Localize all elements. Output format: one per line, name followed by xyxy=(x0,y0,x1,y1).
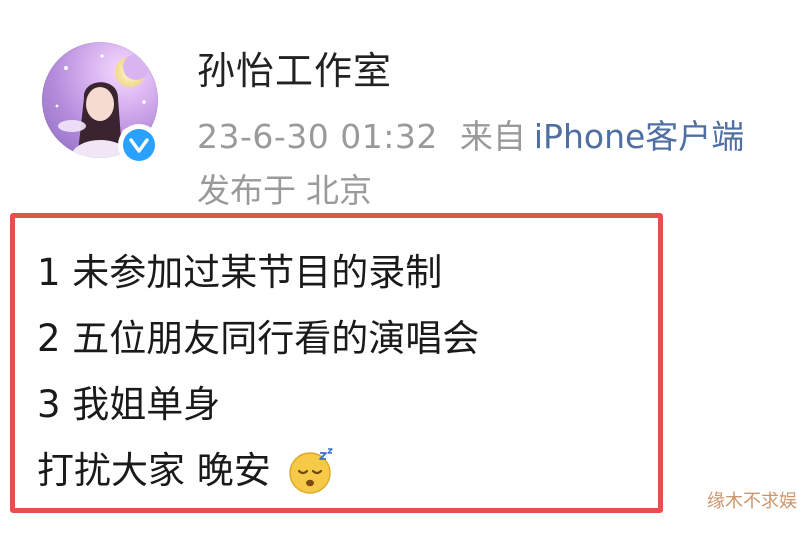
post-timestamp: 23-6-30 01:32 xyxy=(197,117,438,156)
post-line-text: 3 我姐单身 xyxy=(37,383,221,426)
post-body: 1 未参加过某节目的录制 2 五位朋友同行看的演唱会 3 我姐单身 打扰大家 晚… xyxy=(37,240,637,504)
weibo-post-screenshot: 孙怡工作室 23-6-30 01:32 来自 iPhone客户端 发布于 北京 1 未… xyxy=(0,0,811,533)
from-label: 来自 xyxy=(459,117,526,156)
post-line: 打扰大家 晚安 xyxy=(37,438,637,504)
post-line: 1 未参加过某节目的录制 xyxy=(37,240,637,306)
sleeping-face-icon xyxy=(285,445,337,497)
post-line-text: 2 五位朋友同行看的演唱会 xyxy=(37,317,480,360)
post-line: 3 我姐单身 xyxy=(37,372,637,438)
post-location: 发布于 北京 xyxy=(197,170,372,212)
location-prefix: 发布于 xyxy=(197,171,296,210)
client-link[interactable]: iPhone客户端 xyxy=(534,117,744,156)
post-meta: 23-6-30 01:32 来自 iPhone客户端 xyxy=(197,116,744,158)
account-name[interactable]: 孙怡工作室 xyxy=(197,45,392,97)
watermark: 缘木不求娱 xyxy=(707,491,797,512)
post-line-text: 打扰大家 晚安 xyxy=(37,449,271,492)
avatar-container[interactable] xyxy=(42,42,160,166)
verified-badge xyxy=(118,124,160,166)
location-city: 北京 xyxy=(306,171,372,210)
post-line-text: 1 未参加过某节目的录制 xyxy=(37,251,443,294)
verified-v-icon xyxy=(123,129,155,161)
post-line: 2 五位朋友同行看的演唱会 xyxy=(37,306,637,372)
